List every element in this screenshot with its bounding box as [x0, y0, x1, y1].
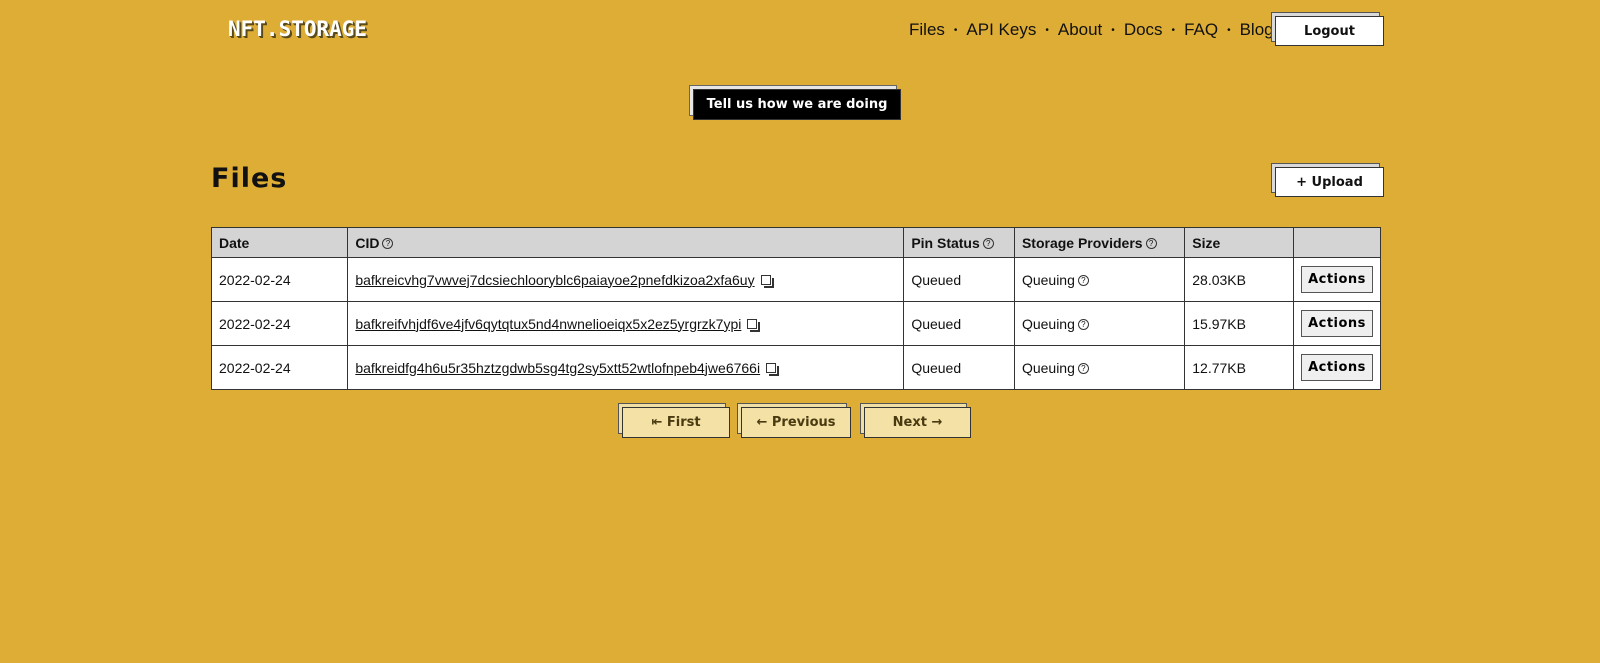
- cid-link[interactable]: bafkreicvhg7vwvej7dcsiechlooryblc6paiayo…: [355, 272, 754, 288]
- pin-status-cell: Queued: [903, 301, 1015, 346]
- nav-docs[interactable]: Docs: [1124, 20, 1163, 40]
- previous-page-button[interactable]: ← Previous: [737, 403, 851, 438]
- previous-page-label[interactable]: ← Previous: [741, 407, 851, 438]
- actions-button[interactable]: Actions: [1301, 354, 1373, 381]
- page-title: Files: [211, 163, 288, 194]
- copy-icon[interactable]: [760, 274, 774, 288]
- copy-icon[interactable]: [766, 362, 780, 376]
- actions-button[interactable]: Actions: [1301, 310, 1373, 337]
- first-page-button[interactable]: ⇤ First: [618, 403, 730, 438]
- date-cell: 2022-02-24: [210, 257, 349, 302]
- logout-button[interactable]: Logout: [1271, 12, 1384, 46]
- files-table: Date CID? Pin Status? Storage Providers?…: [210, 227, 1381, 390]
- cid-cell: bafkreifvhjdf6ve4jfv6qytqtux5nd4nwnelioe…: [347, 301, 905, 346]
- table-row: 2022-02-24 bafkreifvhjdf6ve4jfv6qytqtux5…: [210, 301, 1381, 346]
- cid-link[interactable]: bafkreifvhjdf6ve4jfv6qytqtux5nd4nwnelioe…: [355, 316, 741, 332]
- actions-cell: Actions: [1293, 257, 1381, 302]
- nav-faq[interactable]: FAQ: [1184, 20, 1218, 40]
- help-icon[interactable]: ?: [1077, 319, 1089, 331]
- size-cell: 15.97KB: [1184, 301, 1294, 346]
- table-row: 2022-02-24 bafkreidfg4h6u5r35hztzgdwb5sg…: [210, 345, 1381, 390]
- logout-button-label[interactable]: Logout: [1275, 16, 1384, 46]
- storage-providers-cell: Queuing?: [1013, 345, 1186, 390]
- cid-cell: bafkreidfg4h6u5r35hztzgdwb5sg4tg2sy5xtt5…: [347, 345, 905, 390]
- nav-blog[interactable]: Blog: [1240, 20, 1274, 40]
- nav-separator: •: [953, 24, 958, 36]
- column-header-date: Date: [210, 227, 349, 258]
- table-header-row: Date CID? Pin Status? Storage Providers?…: [210, 227, 1381, 258]
- cid-cell: bafkreicvhg7vwvej7dcsiechlooryblc6paiayo…: [347, 257, 905, 302]
- pin-status-cell: Queued: [903, 257, 1015, 302]
- table-row: 2022-02-24 bafkreicvhg7vwvej7dcsiechloor…: [210, 257, 1381, 302]
- size-cell: 12.77KB: [1184, 345, 1294, 390]
- help-icon[interactable]: ?: [982, 238, 994, 250]
- cid-link[interactable]: bafkreidfg4h6u5r35hztzgdwb5sg4tg2sy5xtt5…: [355, 360, 760, 376]
- nav-about[interactable]: About: [1058, 20, 1102, 40]
- nav-separator: •: [1045, 24, 1049, 36]
- next-page-button[interactable]: Next →: [860, 403, 971, 438]
- actions-cell: Actions: [1293, 301, 1381, 346]
- upload-button[interactable]: + Upload: [1271, 163, 1384, 197]
- help-icon[interactable]: ?: [1077, 275, 1089, 287]
- nav-separator: •: [1227, 24, 1231, 36]
- size-cell: 28.03KB: [1184, 257, 1294, 302]
- feedback-button-label[interactable]: Tell us how we are doing: [693, 89, 901, 120]
- actions-cell: Actions: [1293, 345, 1381, 390]
- pin-status-cell: Queued: [903, 345, 1015, 390]
- next-page-label[interactable]: Next →: [864, 407, 971, 438]
- nav-api-keys[interactable]: API Keys: [966, 20, 1036, 40]
- nav-separator: •: [1111, 24, 1115, 36]
- help-icon[interactable]: ?: [1145, 238, 1157, 250]
- column-header-actions: [1293, 227, 1381, 258]
- nav-separator: •: [1171, 24, 1176, 36]
- column-header-cid: CID?: [347, 227, 905, 258]
- nav-files[interactable]: Files: [909, 20, 945, 40]
- feedback-button[interactable]: Tell us how we are doing: [689, 85, 901, 120]
- copy-icon[interactable]: [747, 318, 761, 332]
- help-icon[interactable]: ?: [382, 238, 394, 250]
- storage-providers-cell: Queuing?: [1013, 257, 1186, 302]
- column-header-size: Size: [1184, 227, 1294, 258]
- actions-button[interactable]: Actions: [1301, 266, 1373, 293]
- storage-providers-cell: Queuing?: [1013, 301, 1186, 346]
- upload-button-label[interactable]: + Upload: [1275, 167, 1384, 197]
- main-nav: Files • API Keys • About • Docs • FAQ • …: [909, 20, 1274, 40]
- column-header-pin-status: Pin Status?: [903, 227, 1015, 258]
- date-cell: 2022-02-24: [210, 345, 349, 390]
- date-cell: 2022-02-24: [210, 301, 349, 346]
- column-header-storage-providers: Storage Providers?: [1013, 227, 1186, 258]
- nft-storage-logo[interactable]: NFT.STORAGE: [228, 17, 367, 41]
- help-icon[interactable]: ?: [1077, 363, 1089, 375]
- first-page-label[interactable]: ⇤ First: [622, 407, 730, 438]
